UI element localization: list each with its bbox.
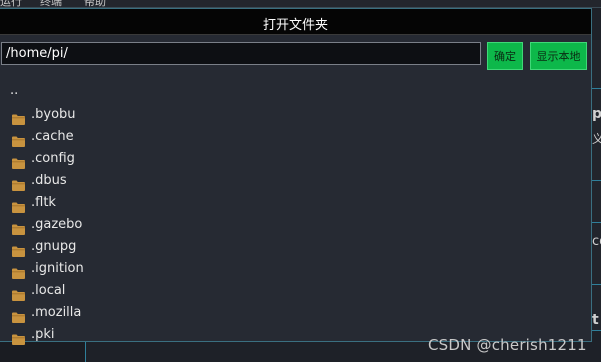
- folder-icon: [12, 308, 25, 323]
- list-item[interactable]: .local: [0, 281, 420, 303]
- folder-icon: [12, 110, 25, 125]
- list-item-label: .cache: [31, 129, 74, 144]
- list-item[interactable]: .mozilla: [0, 303, 420, 325]
- list-item[interactable]: .gazebo: [0, 215, 420, 237]
- folder-icon: [12, 176, 25, 191]
- screen: 运行 终端 帮助 p 义 co t 打开文件夹 确定 显示本地 .. .byob…: [0, 0, 601, 362]
- folder-icon: [12, 132, 25, 147]
- list-item-label: .ignition: [31, 261, 84, 276]
- list-item[interactable]: .ignition: [0, 259, 420, 281]
- folder-icon: [12, 264, 25, 279]
- list-item-label: .local: [31, 283, 66, 298]
- folder-icon: [12, 220, 25, 235]
- list-item-label: .fltk: [31, 195, 56, 210]
- confirm-button[interactable]: 确定: [487, 42, 523, 70]
- dialog-title: 打开文件夹: [262, 18, 328, 33]
- bg-side-text: t: [592, 312, 599, 328]
- list-item-label: .gazebo: [31, 217, 83, 232]
- show-local-button[interactable]: 显示本地: [530, 42, 587, 70]
- folder-icon: [12, 154, 25, 169]
- path-input[interactable]: [1, 42, 481, 65]
- watermark: CSDN @cherish1211: [428, 336, 587, 354]
- list-item[interactable]: .gnupg: [0, 237, 420, 259]
- parent-folder-item[interactable]: ..: [0, 83, 420, 107]
- folder-icon: [12, 330, 25, 345]
- list-item[interactable]: .config: [0, 149, 420, 171]
- list-item[interactable]: .cache: [0, 127, 420, 149]
- bg-divider: [591, 180, 601, 181]
- list-item-label: .mozilla: [31, 305, 82, 320]
- list-item[interactable]: .byobu: [0, 105, 420, 127]
- list-item-label: .gnupg: [31, 239, 77, 254]
- list-item[interactable]: .fltk: [0, 193, 420, 215]
- list-item[interactable]: .pki: [0, 325, 420, 347]
- folder-icon: [12, 242, 25, 257]
- bg-side-text: p: [592, 106, 601, 122]
- list-item-label: .pki: [31, 327, 55, 342]
- bg-divider: [591, 88, 601, 89]
- bg-divider: [591, 222, 601, 223]
- bg-side-text: 义: [592, 132, 601, 146]
- list-item-label: ..: [10, 83, 19, 98]
- list-item[interactable]: .dbus: [0, 171, 420, 193]
- folder-icon: [12, 286, 25, 301]
- background-menubar: 运行 终端 帮助: [0, 0, 601, 8]
- open-folder-dialog: 打开文件夹 确定 显示本地 .. .byobu .cache .config .dbu…: [0, 8, 592, 345]
- list-item-label: .config: [31, 151, 75, 166]
- bg-divider: [591, 284, 601, 285]
- folder-icon: [12, 198, 25, 213]
- list-item-label: .byobu: [31, 107, 76, 122]
- dialog-titlebar[interactable]: 打开文件夹: [0, 9, 591, 35]
- list-item-label: .dbus: [31, 173, 67, 188]
- bg-side-text: co: [592, 234, 601, 249]
